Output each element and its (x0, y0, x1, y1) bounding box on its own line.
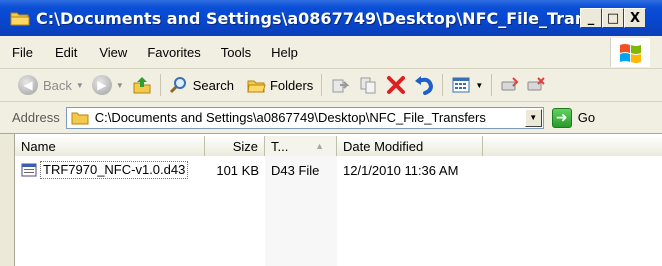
explorer-window: C:\Documents and Settings\a0867749\Deskt… (0, 0, 662, 266)
minimize-button[interactable]: _ (580, 8, 602, 28)
back-dropdown-icon: ▼ (75, 80, 84, 90)
search-button[interactable]: Search (169, 75, 234, 95)
views-button[interactable]: ▼ (451, 75, 483, 95)
delete-icon (387, 76, 406, 94)
toolbar-separator (442, 74, 444, 96)
windows-logo-icon (610, 38, 650, 67)
search-icon (169, 77, 186, 94)
address-label: Address (12, 110, 60, 125)
window-title: C:\Documents and Settings\a0867749\Deskt… (36, 8, 631, 28)
menu-file[interactable]: File (12, 45, 33, 60)
caption-buttons: _ □ X (580, 8, 646, 28)
column-header-filler (483, 136, 662, 156)
menu-bar: File Edit View Favorites Tools Help (0, 36, 662, 69)
up-button[interactable] (132, 75, 152, 95)
file-type: D43 File (271, 162, 320, 178)
menu-help[interactable]: Help (271, 45, 298, 60)
copy-to-icon (360, 77, 376, 94)
column-header-type[interactable]: T... ▲ (265, 136, 337, 156)
sort-ascending-icon: ▲ (315, 141, 324, 151)
menu-favorites[interactable]: Favorites (147, 45, 200, 60)
file-name-cell[interactable]: TRF7970_NFC-v1.0.d43 (15, 161, 205, 179)
menu-edit[interactable]: Edit (55, 45, 77, 60)
file-icon (21, 163, 37, 177)
maximize-button[interactable]: □ (602, 8, 624, 28)
up-folder-icon (133, 77, 151, 94)
map-drive-button[interactable] (500, 75, 520, 95)
address-bar: Address C:\Documents and Settings\a08677… (0, 102, 662, 134)
disconnect-drive-button[interactable] (526, 75, 546, 95)
file-list[interactable]: Name Size T... ▲ Date Modified TRF7970_N… (14, 134, 662, 266)
map-drive-icon (501, 77, 519, 91)
address-dropdown-button[interactable]: ▼ (524, 108, 542, 127)
list-header: Name Size T... ▲ Date Modified (15, 136, 662, 156)
go-label: Go (577, 110, 596, 125)
toolbar-separator (321, 74, 323, 96)
move-to-button[interactable] (330, 75, 350, 95)
back-label: Back (43, 77, 72, 93)
disconnect-drive-icon (527, 77, 545, 91)
forward-button[interactable]: ▶ ▼ (91, 75, 124, 95)
undo-button[interactable] (414, 75, 434, 95)
toolbar-separator (159, 74, 161, 96)
menu-tools[interactable]: Tools (221, 45, 251, 60)
go-button[interactable]: ➜ Go (551, 107, 596, 128)
undo-icon (415, 76, 434, 95)
address-input[interactable]: C:\Documents and Settings\a0867749\Deskt… (65, 106, 544, 129)
title-bar[interactable]: C:\Documents and Settings\a0867749\Deskt… (0, 0, 662, 36)
forward-icon: ▶ (91, 75, 112, 95)
column-header-date-modified[interactable]: Date Modified (337, 136, 483, 156)
toolbar-separator (491, 74, 493, 96)
views-dropdown-icon: ▼ (475, 80, 484, 90)
forward-dropdown-icon: ▼ (115, 80, 124, 90)
folders-button[interactable]: Folders (246, 75, 313, 95)
column-header-type-label: T... (271, 138, 289, 154)
column-header-name[interactable]: Name (15, 136, 205, 156)
move-to-icon (332, 79, 350, 93)
file-size: 101 KB (216, 162, 259, 178)
back-icon: ◀ (18, 75, 38, 95)
folders-icon (247, 80, 266, 93)
views-icon (452, 77, 470, 93)
file-name: TRF7970_NFC-v1.0.d43 (40, 161, 189, 179)
column-header-date-label: Date Modified (343, 138, 424, 154)
file-date-modified: 12/1/2010 11:36 AM (343, 162, 459, 178)
search-label: Search (192, 77, 234, 93)
standard-toolbar: ◀ Back ▼ ▶ ▼ Search Folders ▼ (0, 69, 662, 102)
address-path: C:\Documents and Settings\a0867749\Deskt… (94, 110, 486, 125)
close-button[interactable]: X (624, 8, 646, 28)
delete-button[interactable] (386, 75, 406, 95)
go-arrow-icon: ➜ (551, 107, 572, 128)
folders-label: Folders (269, 77, 314, 93)
column-header-size[interactable]: Size (205, 136, 265, 156)
folder-icon (71, 112, 89, 124)
copy-to-button[interactable] (358, 75, 378, 95)
back-button[interactable]: ◀ Back ▼ (18, 75, 84, 95)
column-header-name-label: Name (21, 138, 56, 154)
list-item[interactable]: TRF7970_NFC-v1.0.d43 101 KB D43 File 12/… (15, 160, 483, 180)
folder-icon (10, 12, 30, 26)
menu-view[interactable]: View (99, 45, 127, 60)
column-header-size-label: Size (232, 138, 258, 154)
